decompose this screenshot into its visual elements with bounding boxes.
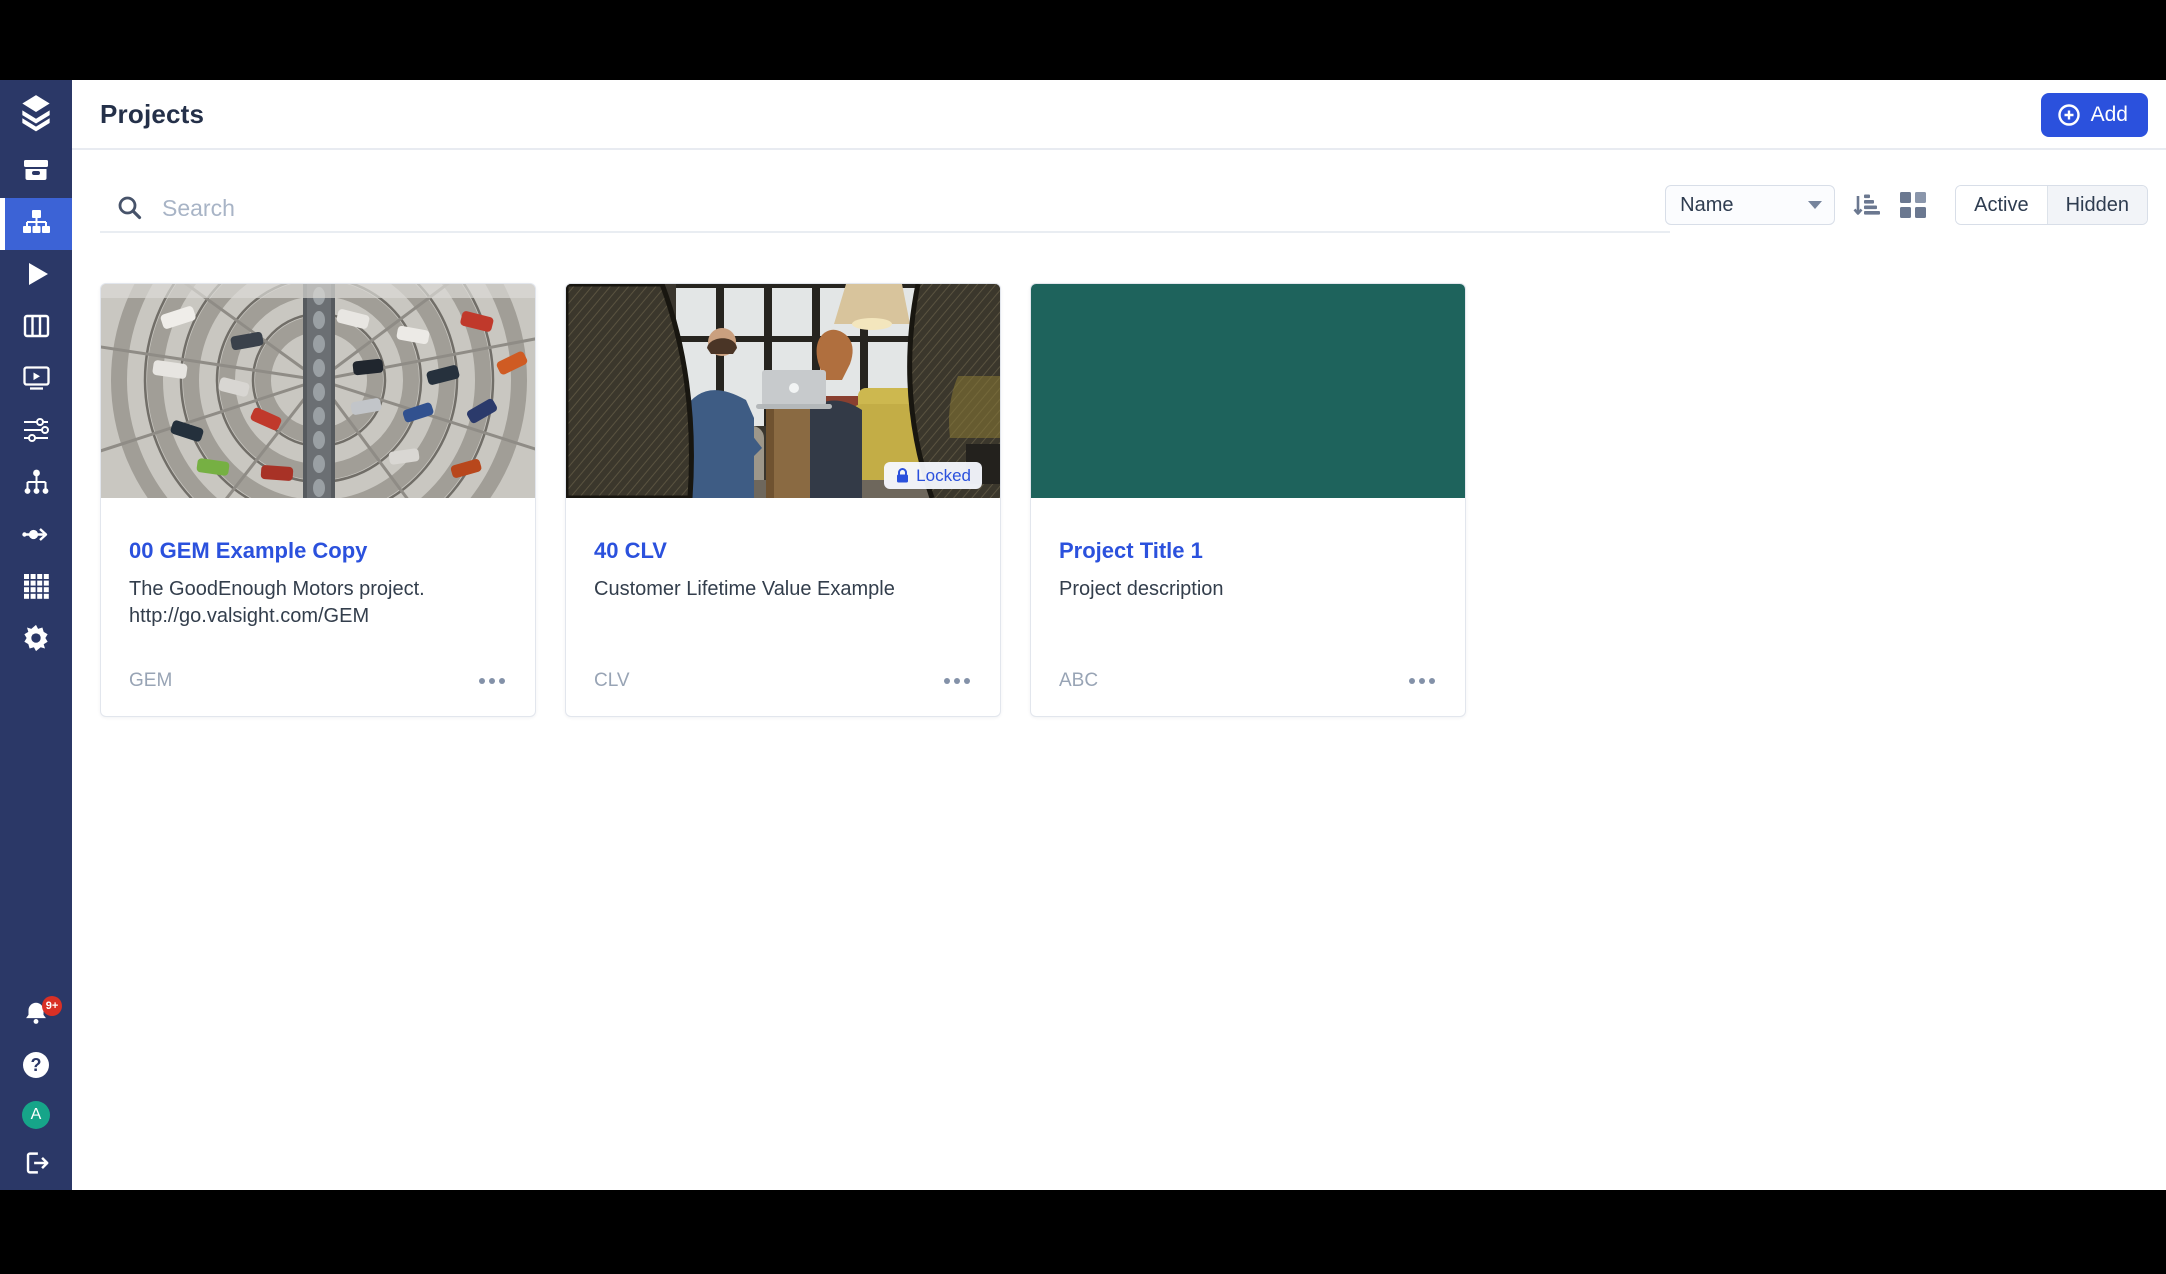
sidebar-item-settings[interactable] bbox=[0, 614, 72, 666]
main-content: Projects Add bbox=[72, 80, 2166, 1190]
visibility-filter: Active Hidden bbox=[1955, 185, 2148, 225]
project-thumbnail-placeholder[interactable] bbox=[1031, 284, 1465, 498]
page-title: Projects bbox=[100, 99, 204, 130]
filter-active-button[interactable]: Active bbox=[1956, 186, 2046, 224]
project-card-grid: 00 GEM Example Copy The GoodEnough Motor… bbox=[100, 283, 1466, 717]
sidebar-item-models[interactable] bbox=[0, 458, 72, 510]
sidebar-item-projects[interactable] bbox=[0, 198, 72, 250]
sidebar-item-presentations[interactable] bbox=[0, 354, 72, 406]
filter-hidden-button[interactable]: Hidden bbox=[2047, 186, 2147, 224]
notifications-button[interactable]: 9+ bbox=[0, 990, 72, 1040]
archive-icon bbox=[21, 155, 51, 190]
project-tag: GEM bbox=[129, 670, 172, 692]
sidebar-item-flows[interactable] bbox=[0, 510, 72, 562]
sort-amount-icon bbox=[1851, 190, 1881, 220]
card-footer: GEM bbox=[129, 670, 507, 692]
project-description: The GoodEnough Motors project. http://go… bbox=[129, 576, 507, 630]
project-title-link[interactable]: 00 GEM Example Copy bbox=[129, 536, 507, 566]
lock-icon bbox=[895, 467, 910, 484]
app-window: 9+ ? A bbox=[0, 80, 2166, 1190]
sidebar-item-board[interactable] bbox=[0, 302, 72, 354]
search-icon bbox=[116, 194, 144, 222]
columns-icon bbox=[21, 311, 51, 346]
project-card[interactable]: Locked 40 CLV Customer Lifetime Value Ex… bbox=[565, 283, 1001, 717]
help-button[interactable]: ? bbox=[0, 1040, 72, 1090]
project-title-link[interactable]: 40 CLV bbox=[594, 536, 972, 566]
flow-arrow-icon bbox=[21, 519, 51, 554]
project-thumbnail-meeting[interactable]: Locked bbox=[566, 284, 1000, 498]
sidebar: 9+ ? A bbox=[0, 80, 72, 1190]
logout-button[interactable] bbox=[0, 1140, 72, 1190]
notification-badge: 9+ bbox=[42, 996, 62, 1016]
add-button[interactable]: Add bbox=[2041, 93, 2148, 137]
sliders-icon bbox=[21, 415, 51, 450]
grid-view-button[interactable] bbox=[1899, 191, 1927, 219]
layers-logo-icon bbox=[15, 92, 57, 146]
project-title-link[interactable]: Project Title 1 bbox=[1059, 536, 1437, 566]
plus-circle-icon bbox=[2057, 103, 2081, 127]
grid-table-icon bbox=[21, 571, 51, 606]
project-thumbnail-car-tower[interactable] bbox=[101, 284, 535, 498]
locked-badge: Locked bbox=[884, 462, 982, 489]
project-tag: ABC bbox=[1059, 670, 1098, 692]
network-icon bbox=[21, 467, 51, 502]
sidebar-item-run[interactable] bbox=[0, 250, 72, 302]
app-logo[interactable] bbox=[0, 80, 72, 146]
more-options-button[interactable] bbox=[1407, 674, 1437, 688]
video-player-icon bbox=[21, 363, 51, 398]
sort-by-value: Name bbox=[1680, 194, 1733, 217]
play-icon bbox=[21, 259, 51, 294]
sitemap-icon bbox=[21, 207, 51, 242]
project-card[interactable]: 00 GEM Example Copy The GoodEnough Motor… bbox=[100, 283, 536, 717]
toolbar: Name bbox=[72, 150, 2166, 260]
more-options-button[interactable] bbox=[942, 674, 972, 688]
project-tag: CLV bbox=[594, 670, 630, 692]
project-card[interactable]: Project Title 1 Project description ABC bbox=[1030, 283, 1466, 717]
more-options-button[interactable] bbox=[477, 674, 507, 688]
page-header: Projects Add bbox=[72, 80, 2166, 150]
toolbar-controls: Name bbox=[1665, 185, 2148, 225]
logout-icon bbox=[21, 1148, 51, 1183]
chevron-down-icon bbox=[1808, 201, 1822, 209]
sidebar-item-archive[interactable] bbox=[0, 146, 72, 198]
search-bar bbox=[100, 185, 1670, 233]
user-avatar[interactable]: A bbox=[0, 1090, 72, 1140]
sort-by-dropdown[interactable]: Name bbox=[1665, 185, 1835, 225]
sidebar-bottom: 9+ ? A bbox=[0, 990, 72, 1190]
card-footer: CLV bbox=[594, 670, 972, 692]
help-icon: ? bbox=[23, 1052, 49, 1078]
search-input[interactable] bbox=[162, 195, 1670, 222]
sidebar-item-data[interactable] bbox=[0, 562, 72, 614]
project-description: Customer Lifetime Value Example bbox=[594, 576, 972, 603]
avatar: A bbox=[22, 1101, 50, 1129]
card-footer: ABC bbox=[1059, 670, 1437, 692]
sort-direction-button[interactable] bbox=[1851, 190, 1881, 220]
project-description: Project description bbox=[1059, 576, 1437, 603]
grid-view-icon bbox=[1899, 191, 1927, 219]
sidebar-item-assumptions[interactable] bbox=[0, 406, 72, 458]
gear-icon bbox=[21, 623, 51, 658]
